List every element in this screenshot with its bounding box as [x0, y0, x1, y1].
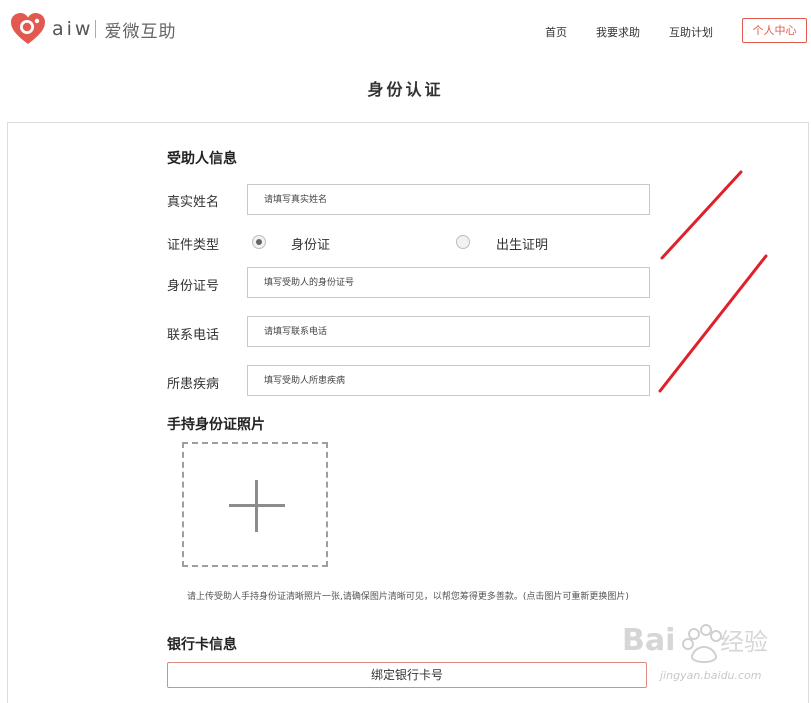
phone-input[interactable]: [247, 316, 650, 347]
birth-certificate-radio[interactable]: [456, 235, 470, 249]
id-number-label: 身份证号: [167, 279, 220, 294]
upload-hint-text: 请上传受助人手持身份证清晰照片一张,请确保图片清晰可见，以帮您筹得更多善款。(点…: [187, 592, 629, 602]
logo-chinese-text: 爱微互助: [104, 21, 177, 42]
bank-section-title: 银行卡信息: [167, 637, 237, 653]
phone-label: 联系电话: [167, 328, 220, 343]
illness-label: 所患疾病: [167, 377, 220, 392]
logo-latin-text: aiw: [52, 18, 94, 40]
svg-text:经验: 经验: [720, 628, 768, 656]
id-number-input[interactable]: [247, 267, 650, 298]
real-name-input[interactable]: [247, 184, 650, 215]
site-header: aiw 爱微互助 首页 我要求助 互助计划 个人中心: [0, 0, 811, 62]
nav-mutual-plan-link[interactable]: 互助计划: [669, 24, 713, 40]
id-card-radio-label[interactable]: 身份证: [291, 234, 330, 253]
logo-divider: [95, 20, 97, 38]
page-title: 身份认证: [367, 80, 444, 99]
illness-input[interactable]: [247, 365, 650, 396]
svg-text:Bai: Bai: [622, 623, 675, 658]
id-card-radio[interactable]: [252, 235, 266, 249]
id-photo-section-title: 手持身份证照片: [167, 417, 265, 433]
birth-certificate-radio-label[interactable]: 出生证明: [496, 234, 548, 253]
heart-logo-icon: [11, 13, 45, 44]
plus-icon-vertical: [255, 480, 258, 532]
bind-bank-card-button[interactable]: 绑定银行卡号: [167, 662, 647, 688]
id-type-label: 证件类型: [167, 238, 220, 253]
user-center-button[interactable]: 个人中心: [742, 18, 807, 43]
nav-home-link[interactable]: 首页: [545, 24, 567, 40]
recipient-section-title: 受助人信息: [167, 151, 237, 167]
watermark-url: jingyan.baidu.com: [660, 669, 762, 682]
site-logo[interactable]: aiw 爱微互助: [10, 12, 176, 46]
real-name-label: 真实姓名: [167, 195, 220, 210]
nav-request-help-link[interactable]: 我要求助: [596, 24, 640, 40]
id-photo-upload-box[interactable]: [182, 442, 328, 567]
